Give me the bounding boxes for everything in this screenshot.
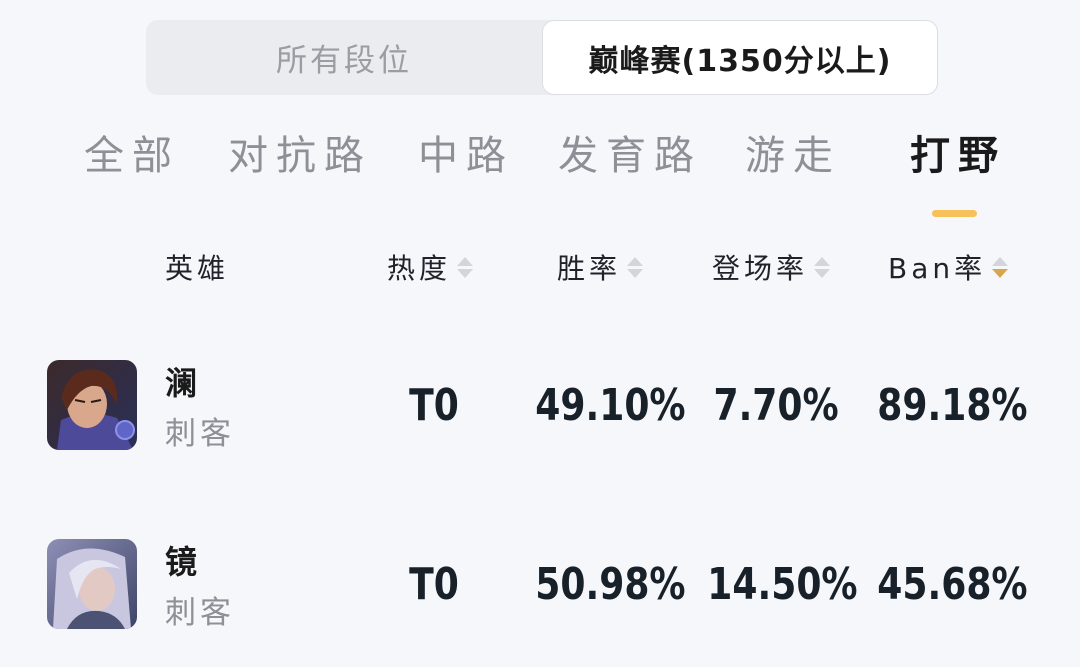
hero-tier: T0 <box>409 559 459 610</box>
hero-tier: T0 <box>409 380 459 431</box>
hero-role: 刺客 <box>165 595 235 631</box>
header-ban-rate[interactable]: Ban率 <box>888 247 1009 287</box>
header-pick-rate-label: 登场率 <box>712 252 809 285</box>
hero-role: 刺客 <box>165 416 235 452</box>
header-ban-rate-label: Ban率 <box>888 252 987 285</box>
header-win-rate[interactable]: 胜率 <box>557 247 644 287</box>
tab-farm-lane[interactable]: 发育路 <box>558 128 702 184</box>
tab-mid-lane[interactable]: 中路 <box>418 128 514 184</box>
header-heat-label: 热度 <box>387 252 452 285</box>
win-rate-value: 49.10% <box>535 380 686 431</box>
ban-rate-value: 45.68% <box>877 559 1028 610</box>
header-pick-rate[interactable]: 登场率 <box>712 247 831 287</box>
lane-tabs: 全部 对抗路 中路 发育路 游走 打野 <box>0 128 1080 188</box>
win-rate-value: 50.98% <box>535 559 686 610</box>
sort-desc-active-icon <box>992 256 1009 278</box>
sort-icon <box>814 256 831 278</box>
tab-jungle[interactable]: 打野 <box>910 128 1006 184</box>
hero-portrait-lan-icon <box>47 360 137 450</box>
tab-all[interactable]: 全部 <box>84 128 180 184</box>
tab-roam[interactable]: 游走 <box>745 128 841 184</box>
rank-filter-segmented-control: 所有段位 巅峰赛(1350分以上) <box>146 20 938 95</box>
header-heat[interactable]: 热度 <box>387 247 474 287</box>
hero-name: 镜 <box>165 543 198 581</box>
hero-ranking-page: 所有段位 巅峰赛(1350分以上) 全部 对抗路 中路 发育路 游走 打野 英雄… <box>0 0 1080 667</box>
tab-clash-lane[interactable]: 对抗路 <box>228 128 372 184</box>
sort-icon <box>627 256 644 278</box>
header-hero-label: 英雄 <box>165 252 230 285</box>
rank-option-all[interactable]: 所有段位 <box>146 20 542 95</box>
rank-option-peak[interactable]: 巅峰赛(1350分以上) <box>542 20 938 95</box>
hero-portrait-jing-icon <box>47 539 137 629</box>
hero-name: 澜 <box>165 364 198 402</box>
ban-rate-value: 89.18% <box>877 380 1028 431</box>
pick-rate-value: 14.50% <box>707 559 858 610</box>
sort-icon <box>457 256 474 278</box>
pick-rate-value: 7.70% <box>713 380 839 431</box>
active-tab-indicator <box>932 210 977 217</box>
header-hero: 英雄 <box>165 247 229 287</box>
header-win-rate-label: 胜率 <box>557 252 622 285</box>
